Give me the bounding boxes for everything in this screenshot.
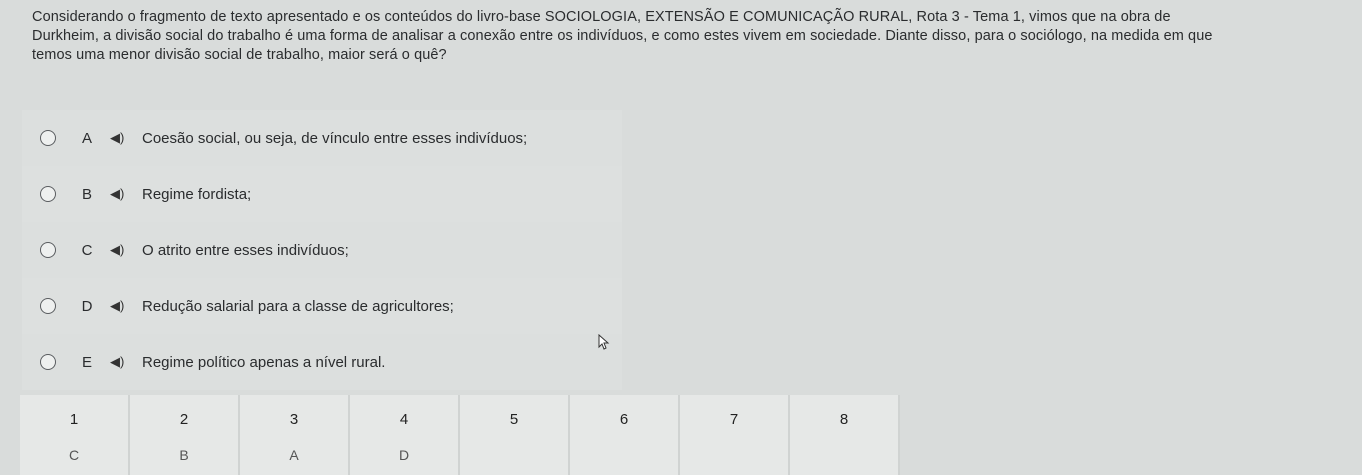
option-text: O atrito entre esses indivíduos; — [142, 241, 349, 259]
option-e[interactable]: E ◀) Regime político apenas a nível rura… — [22, 334, 622, 390]
option-text: Regime político apenas a nível rural. — [142, 353, 386, 371]
option-letter: A — [81, 129, 92, 147]
option-b[interactable]: B ◀) Regime fordista; — [22, 166, 622, 222]
speaker-icon[interactable]: ◀) — [110, 354, 130, 370]
nav-number: 6 — [619, 411, 629, 428]
question-line: Considerando o fragmento de texto aprese… — [32, 9, 1171, 25]
radio-button[interactable] — [40, 242, 56, 258]
nav-number: 3 — [289, 411, 299, 428]
nav-question-6[interactable]: 6 — [570, 395, 680, 475]
radio-button[interactable] — [40, 354, 56, 370]
question-line: temos uma menor divisão social de trabal… — [32, 47, 447, 63]
option-letter: E — [81, 353, 92, 371]
question-line: Durkheim, a divisão social do trabalho é… — [32, 28, 1213, 44]
nav-answer: D — [398, 447, 410, 463]
nav-question-4[interactable]: 4 D — [350, 395, 460, 475]
question-text: Considerando o fragmento de texto aprese… — [32, 8, 1342, 65]
speaker-icon[interactable]: ◀) — [110, 130, 130, 146]
option-letter: C — [81, 241, 93, 259]
option-text: Coesão social, ou seja, de vínculo entre… — [142, 129, 528, 147]
nav-number: 5 — [509, 411, 519, 428]
option-letter: B — [81, 185, 92, 203]
option-d[interactable]: D ◀) Redução salarial para a classe de a… — [22, 278, 622, 334]
nav-number: 4 — [399, 411, 409, 428]
radio-button[interactable] — [40, 130, 56, 146]
radio-button[interactable] — [40, 186, 56, 202]
nav-number: 1 — [69, 411, 79, 428]
question-navigation: 1 C 2 B 3 A 4 D 5 6 7 8 — [20, 395, 900, 475]
nav-number: 2 — [179, 411, 189, 428]
nav-number: 7 — [729, 411, 739, 428]
nav-answer: A — [289, 447, 299, 463]
option-text: Redução salarial para a classe de agricu… — [142, 297, 454, 315]
radio-button[interactable] — [40, 298, 56, 314]
speaker-icon[interactable]: ◀) — [110, 298, 130, 314]
nav-question-3[interactable]: 3 A — [240, 395, 350, 475]
option-a[interactable]: A ◀) Coesão social, ou seja, de vínculo … — [22, 110, 622, 166]
option-text: Regime fordista; — [142, 185, 252, 203]
nav-number: 8 — [839, 411, 849, 428]
answer-options: A ◀) Coesão social, ou seja, de vínculo … — [22, 110, 622, 390]
speaker-icon[interactable]: ◀) — [110, 242, 130, 258]
nav-question-1[interactable]: 1 C — [20, 395, 130, 475]
nav-question-5[interactable]: 5 — [460, 395, 570, 475]
nav-answer: B — [179, 447, 189, 463]
nav-question-8[interactable]: 8 — [790, 395, 900, 475]
option-letter: D — [81, 297, 93, 315]
nav-answer: C — [68, 447, 80, 463]
nav-question-2[interactable]: 2 B — [130, 395, 240, 475]
mouse-cursor-icon — [598, 334, 610, 350]
option-c[interactable]: C ◀) O atrito entre esses indivíduos; — [22, 222, 622, 278]
speaker-icon[interactable]: ◀) — [110, 186, 130, 202]
nav-question-7[interactable]: 7 — [680, 395, 790, 475]
